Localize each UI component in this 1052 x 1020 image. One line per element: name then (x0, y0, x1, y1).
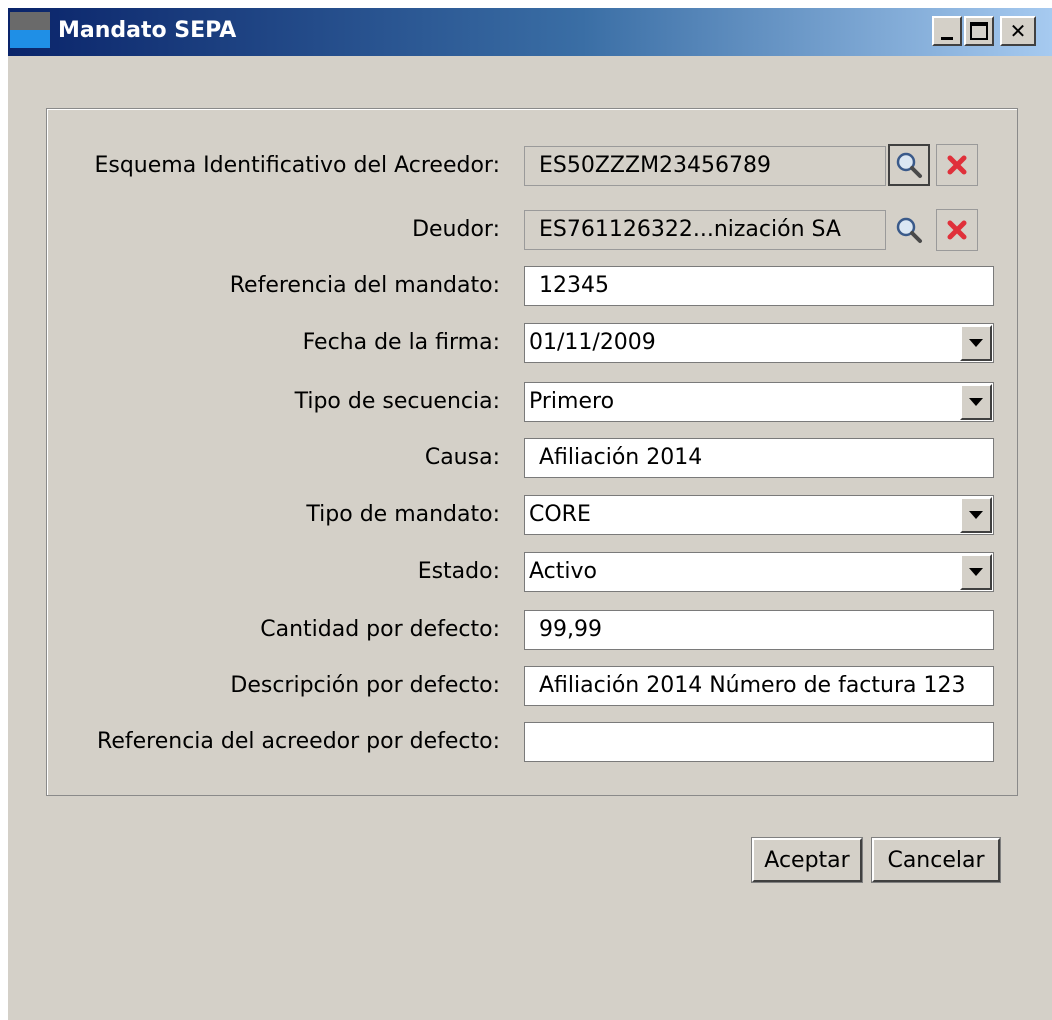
dialog-window: Mandato SEPA ✕ Esquema Identificativo de… (8, 8, 1052, 1020)
chevron-down-icon[interactable] (960, 384, 992, 420)
creditor-scheme-label: Esquema Identificativo del Acreedor: (94, 153, 500, 178)
debtor-label: Deudor: (412, 217, 500, 242)
debtor-clear-button[interactable] (936, 209, 978, 251)
creditor-scheme-field[interactable]: ES50ZZZM23456789 (524, 146, 886, 186)
close-button[interactable]: ✕ (1000, 16, 1036, 46)
mandate-reference-input[interactable]: 12345 (524, 266, 994, 306)
app-icon (10, 12, 50, 48)
default-amount-input[interactable]: 99,99 (524, 610, 994, 650)
accept-button[interactable]: Aceptar (751, 837, 863, 883)
signature-date-combo[interactable]: 01/11/2009 (524, 323, 994, 363)
cancel-button[interactable]: Cancelar (871, 837, 1001, 883)
magnifier-icon (896, 217, 922, 243)
maximize-icon (970, 22, 988, 40)
maximize-button[interactable] (964, 16, 994, 46)
title-bar[interactable]: Mandato SEPA ✕ (8, 8, 1052, 56)
creditor-scheme-search-button[interactable] (888, 144, 930, 186)
status-combo[interactable]: Activo (524, 552, 994, 592)
status-label: Estado: (417, 559, 500, 584)
sequence-type-label: Tipo de secuencia: (294, 389, 500, 414)
minimize-button[interactable] (932, 16, 962, 46)
window-title: Mandato SEPA (58, 18, 237, 43)
sequence-type-value: Primero (529, 389, 615, 414)
debtor-field[interactable]: ES761126322...nización SA (524, 210, 886, 250)
mandate-type-combo[interactable]: CORE (524, 495, 994, 535)
debtor-search-button[interactable] (888, 209, 930, 251)
sequence-type-combo[interactable]: Primero (524, 382, 994, 422)
red-x-icon (947, 220, 967, 240)
cause-input[interactable]: Afiliación 2014 (524, 438, 994, 478)
mandate-type-value: CORE (529, 502, 591, 527)
minimize-icon (941, 36, 953, 40)
signature-date-value: 01/11/2009 (529, 330, 656, 355)
default-creditor-reference-input[interactable] (524, 722, 994, 762)
creditor-scheme-clear-button[interactable] (936, 144, 978, 186)
mandate-type-label: Tipo de mandato: (306, 502, 500, 527)
chevron-down-icon[interactable] (960, 497, 992, 533)
red-x-icon (947, 155, 967, 175)
signature-date-label: Fecha de la firma: (302, 330, 500, 355)
default-description-input[interactable]: Afiliación 2014 Número de factura 123 (524, 666, 994, 706)
cause-label: Causa: (424, 445, 500, 470)
magnifier-icon (896, 152, 922, 178)
mandate-reference-label: Referencia del mandato: (229, 273, 500, 298)
chevron-down-icon[interactable] (960, 554, 992, 590)
default-creditor-reference-label: Referencia del acreedor por defecto: (97, 729, 500, 754)
chevron-down-icon[interactable] (960, 325, 992, 361)
default-amount-label: Cantidad por defecto: (260, 617, 500, 642)
default-description-label: Descripción por defecto: (230, 673, 500, 698)
close-icon: ✕ (1009, 19, 1027, 43)
status-value: Activo (529, 559, 597, 584)
